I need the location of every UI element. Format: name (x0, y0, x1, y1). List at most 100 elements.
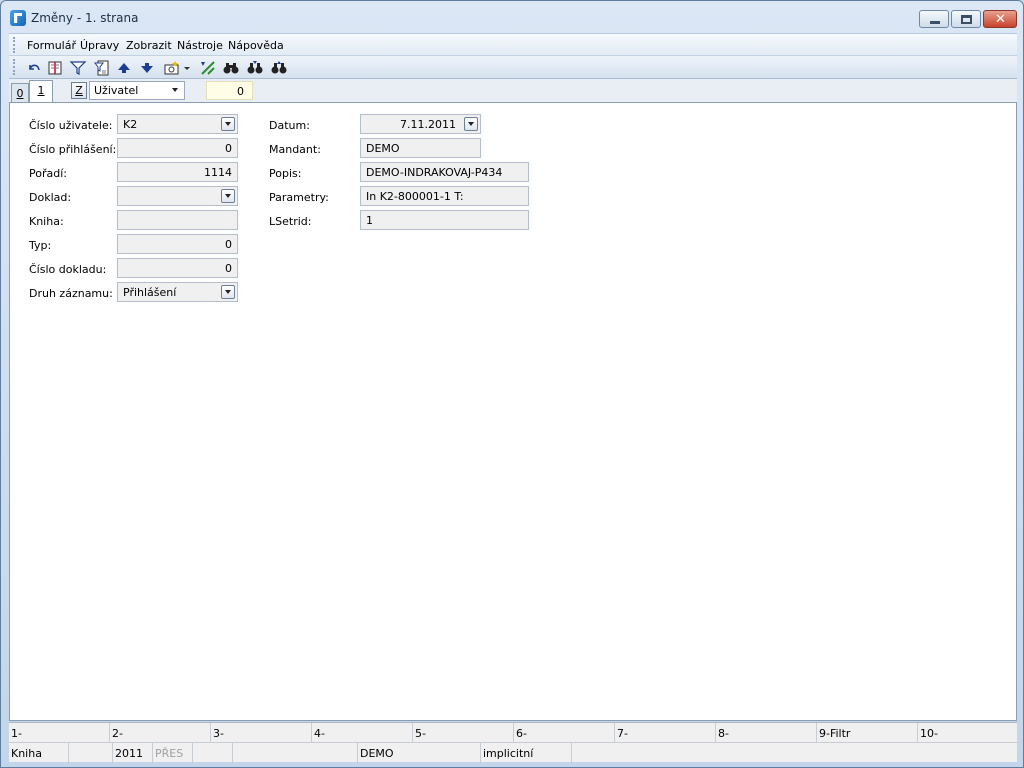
menu-nastroje[interactable]: Nástroje (177, 39, 223, 52)
maximize-button[interactable] (951, 10, 981, 28)
undo-button[interactable] (25, 59, 43, 77)
status-kniha: Kniha (9, 743, 69, 763)
poradi-field[interactable]: 1114 (117, 162, 238, 182)
status-empty-1 (69, 743, 113, 763)
dropdown-icon (184, 67, 190, 70)
camera-dropdown-button[interactable] (182, 59, 192, 77)
fkey-1[interactable]: 1- (9, 723, 110, 743)
label-lsetrid: LSetrid: (269, 215, 312, 228)
popis-field[interactable]: DEMO-INDRAKOVAJ-P434 (360, 162, 529, 182)
menu-zobrazit[interactable]: Zobrazit (126, 39, 172, 52)
find-previous-button[interactable] (270, 59, 288, 77)
tab-page-1[interactable]: 1 (29, 80, 53, 103)
binoculars-prev-icon (271, 61, 287, 74)
menu-napoveda[interactable]: Nápověda (228, 39, 284, 52)
lsetrid-field[interactable]: 1 (360, 210, 529, 230)
menu-formular[interactable]: Formulář (27, 39, 76, 52)
app-window: Změny - 1. strana ✕ Formulář Úpravy Zobr… (0, 0, 1024, 768)
fkey-9-filtr[interactable]: 9-Filtr (817, 723, 918, 743)
druh-zaznamu-select[interactable]: Přihlášení (117, 282, 238, 302)
datum-value: 7.11.2011 (400, 118, 456, 131)
fkey-8[interactable]: 8- (716, 723, 817, 743)
fkey-3[interactable]: 3- (211, 723, 312, 743)
datum-select[interactable]: 7.11.2011 (360, 114, 481, 134)
typ-field[interactable]: 0 (117, 234, 238, 254)
title-bar: Změny - 1. strana ✕ (1, 1, 1023, 33)
camera-icon (164, 61, 179, 75)
sort-z-button[interactable]: Z (71, 82, 87, 99)
export-button[interactable] (199, 59, 217, 77)
cislo-dokladu-field[interactable]: 0 (117, 258, 238, 278)
fkey-6[interactable]: 6- (514, 723, 615, 743)
label-cislo-dokladu: Číslo dokladu: (29, 263, 107, 276)
druh-zaznamu-value: Přihlášení (123, 286, 177, 299)
fkey-4[interactable]: 4- (312, 723, 413, 743)
label-cislo-prihlaseni: Číslo přihlášení: (29, 143, 117, 156)
sort-key-select[interactable]: Uživatel (89, 81, 185, 100)
binoculars-next-icon (247, 61, 263, 74)
menu-bar: Formulář Úpravy Zobrazit Nástroje Nápově… (9, 33, 1017, 55)
sort-key-value: Uživatel (94, 84, 139, 97)
page-tab-strip: 0 1 Z Uživatel 0 (9, 79, 1017, 103)
filter-button[interactable] (69, 59, 87, 77)
chevron-down-icon (221, 117, 235, 131)
status-mode: PŘES (153, 743, 193, 763)
document-filter-button[interactable] (93, 59, 111, 77)
record-counter: 0 (206, 81, 253, 100)
menu-upravy[interactable]: Úpravy (80, 39, 119, 52)
form-panel: Číslo uživatele: K2 Číslo přihlášení: 0 … (9, 102, 1017, 721)
doklad-select[interactable] (117, 186, 238, 206)
label-poradi: Pořadí: (29, 167, 67, 180)
cislo-uzivatele-select[interactable]: K2 (117, 114, 238, 134)
window-title: Změny - 1. strana (31, 11, 139, 25)
cislo-prihlaseni-field[interactable]: 0 (117, 138, 238, 158)
kniha-field[interactable] (117, 210, 238, 230)
fkey-5[interactable]: 5- (413, 723, 514, 743)
fkey-2[interactable]: 2- (110, 723, 211, 743)
function-key-bar: 1- 2- 3- 4- 5- 6- 7- 8- 9-Filtr 10- (9, 722, 1017, 743)
label-popis: Popis: (269, 167, 302, 180)
move-up-button[interactable] (115, 59, 133, 77)
label-druh-zaznamu: Druh záznamu: (29, 287, 113, 300)
camera-button[interactable] (163, 59, 181, 77)
label-mandant: Mandant: (269, 143, 321, 156)
status-bar: Kniha 2011 PŘES DEMO implicitní (9, 742, 1017, 763)
parametry-field[interactable]: In K2-800001-1 T: (360, 186, 529, 206)
status-empty-4 (572, 743, 1017, 763)
toolbar (9, 55, 1017, 79)
arrow-down-icon (141, 63, 153, 73)
chevron-down-icon (221, 285, 235, 299)
find-next-button[interactable] (246, 59, 264, 77)
chevron-down-icon (464, 117, 478, 131)
undo-icon (29, 64, 40, 71)
close-icon: ✕ (995, 12, 1006, 27)
label-doklad: Doklad: (29, 191, 72, 204)
document-filter-icon (94, 60, 109, 76)
close-button[interactable]: ✕ (983, 10, 1017, 28)
maximize-icon (961, 15, 972, 24)
label-datum: Datum: (269, 119, 310, 132)
menu-grip-icon (13, 37, 16, 53)
book-icon (48, 61, 62, 75)
chevron-down-icon (169, 84, 182, 97)
fkey-10[interactable]: 10- (918, 723, 1017, 743)
mandant-field[interactable]: DEMO (360, 138, 481, 158)
book-button[interactable] (46, 59, 64, 77)
minimize-button[interactable] (919, 10, 949, 28)
cislo-uzivatele-value: K2 (123, 118, 138, 131)
move-down-button[interactable] (138, 59, 156, 77)
label-kniha: Kniha: (29, 215, 64, 228)
app-logo-icon (10, 10, 26, 26)
status-profile: implicitní (481, 743, 572, 763)
label-parametry: Parametry: (269, 191, 329, 204)
status-mandant: DEMO (358, 743, 481, 763)
toolbar-grip-icon (13, 59, 16, 75)
binoculars-icon (223, 63, 239, 74)
fkey-7[interactable]: 7- (615, 723, 716, 743)
tab-page-0[interactable]: 0 (11, 83, 29, 103)
label-cislo-uzivatele: Číslo uživatele: (29, 119, 113, 132)
status-empty-2 (193, 743, 233, 763)
minimize-icon (930, 21, 940, 24)
find-button[interactable] (222, 59, 240, 77)
arrow-up-icon (118, 63, 130, 73)
